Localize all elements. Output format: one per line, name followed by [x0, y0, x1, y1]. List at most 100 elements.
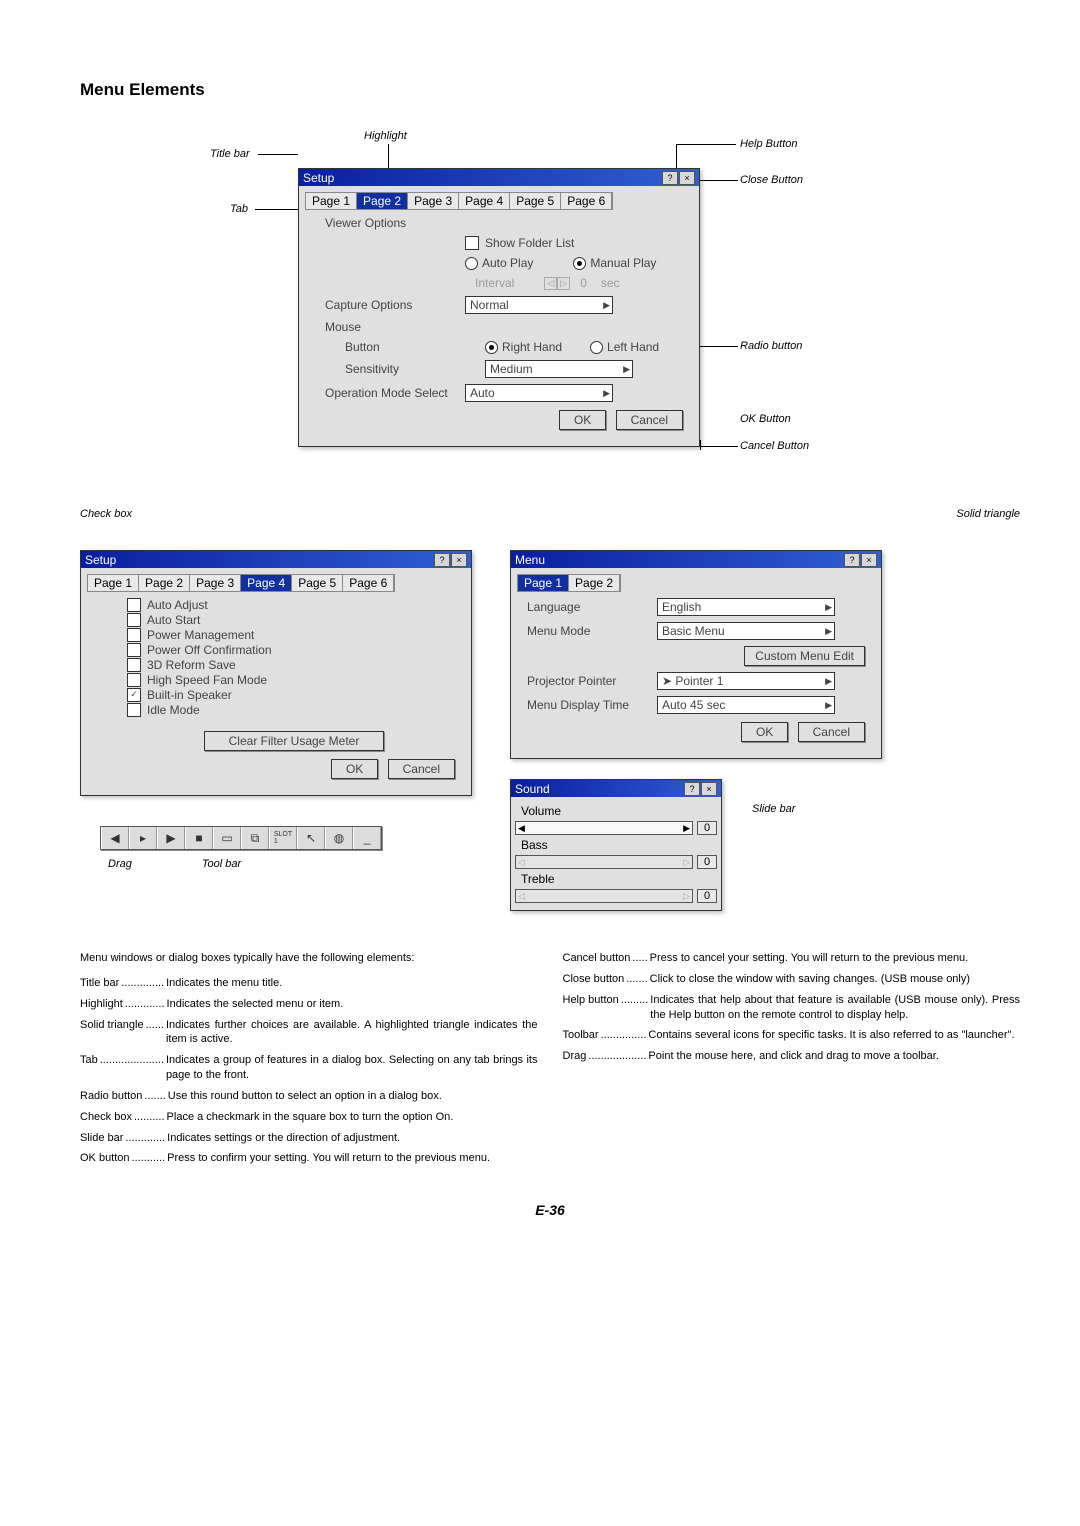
checkbox-row: ✓Built-in Speaker	[127, 688, 455, 702]
sensitivity-dropdown[interactable]: Medium▶	[485, 360, 633, 378]
titlebar-text: Sound	[515, 782, 550, 796]
tab-page4[interactable]: Page 4	[241, 575, 292, 591]
video-icon[interactable]: ▭	[213, 827, 241, 849]
help-icon[interactable]: ?	[844, 553, 860, 567]
pointer-icon[interactable]: ↖	[297, 827, 325, 849]
tab-page2[interactable]: Page 2	[569, 575, 620, 591]
checkbox[interactable]: ✓	[127, 688, 141, 702]
titlebar[interactable]: Setup ?×	[81, 551, 471, 568]
tab-page1[interactable]: Page 1	[306, 193, 357, 209]
definition-dots: ..............	[121, 976, 164, 991]
tab-page5[interactable]: Page 5	[510, 193, 561, 209]
help-icon[interactable]: ?	[684, 782, 700, 796]
definition-text: Use this round button to select an optio…	[168, 1089, 538, 1104]
play-icon[interactable]: ▶	[157, 827, 185, 849]
close-icon[interactable]: ×	[451, 553, 467, 567]
projector-pointer-dropdown[interactable]: ➤ Pointer 1▶	[657, 672, 835, 690]
auto-play-radio[interactable]	[465, 257, 478, 270]
definition-text: Press to confirm your setting. You will …	[167, 1151, 537, 1166]
definition-text: Indicates a group of features in a dialo…	[166, 1053, 538, 1083]
callout-highlight: Highlight	[364, 130, 407, 142]
menu-display-time-dropdown[interactable]: Auto 45 sec▶	[657, 696, 835, 714]
tab-page1[interactable]: Page 1	[518, 575, 569, 591]
next-small-icon[interactable]: ▸	[129, 827, 157, 849]
ok-button[interactable]: OK	[331, 759, 378, 779]
checkbox-label: Power Management	[147, 628, 254, 642]
treble-value: 0	[697, 889, 717, 903]
definition-row: Slide bar ............. Indicates settin…	[80, 1131, 538, 1146]
callout-drag: Drag	[108, 858, 132, 870]
tab-page6[interactable]: Page 6	[561, 193, 612, 209]
cancel-button[interactable]: Cancel	[616, 410, 683, 430]
toolbar[interactable]: ◀ ▸ ▶ ■ ▭ ⧉ SLOT1 ↖ ◍ _	[100, 826, 382, 850]
show-folder-checkbox[interactable]	[465, 236, 479, 250]
checkbox[interactable]	[127, 658, 141, 672]
right-hand-radio[interactable]	[485, 341, 498, 354]
tab-page5[interactable]: Page 5	[292, 575, 343, 591]
chevron-right-icon: ▶	[603, 388, 610, 399]
checkbox[interactable]	[127, 628, 141, 642]
tab-page3[interactable]: Page 3	[408, 193, 459, 209]
volume-slider[interactable]: ◀▶	[515, 821, 693, 835]
definition-term: Check box	[80, 1110, 132, 1125]
checkbox-label: Auto Start	[147, 613, 200, 627]
ok-button[interactable]: OK	[559, 410, 606, 430]
callout-tab: Tab	[230, 203, 248, 215]
checkbox[interactable]	[127, 613, 141, 627]
close-icon[interactable]: ×	[701, 782, 717, 796]
checkbox[interactable]	[127, 643, 141, 657]
checkbox[interactable]	[127, 703, 141, 717]
capture-dropdown[interactable]: Normal▶	[465, 296, 613, 314]
callout-checkbox: Check box	[80, 508, 132, 520]
cancel-button[interactable]: Cancel	[388, 759, 455, 779]
stop-icon[interactable]: ■	[185, 827, 213, 849]
treble-slider[interactable]: ◁▷	[515, 889, 693, 903]
copy-icon[interactable]: ⧉	[241, 827, 269, 849]
checkbox[interactable]	[127, 598, 141, 612]
globe-icon[interactable]: ◍	[325, 827, 353, 849]
close-icon[interactable]: ×	[679, 171, 695, 185]
callout-titlebar: Title bar	[210, 148, 250, 160]
titlebar[interactable]: Setup ?×	[299, 169, 699, 186]
menu-mode-dropdown[interactable]: Basic Menu▶	[657, 622, 835, 640]
checkbox[interactable]	[127, 673, 141, 687]
opmode-dropdown[interactable]: Auto▶	[465, 384, 613, 402]
dialog-sound: Sound ?× Volume ◀▶ 0 Bass ◁▷	[510, 779, 722, 911]
titlebar-icons: ?×	[661, 170, 695, 185]
titlebar[interactable]: Sound ?×	[511, 780, 721, 797]
help-icon[interactable]: ?	[662, 171, 678, 185]
definition-term: Cancel button	[563, 951, 631, 966]
clear-filter-button[interactable]: Clear Filter Usage Meter	[204, 731, 385, 751]
titlebar-text: Setup	[85, 553, 116, 567]
tab-page2[interactable]: Page 2	[139, 575, 190, 591]
prev-icon[interactable]: ◀	[101, 827, 129, 849]
definition-term: Highlight	[80, 997, 123, 1012]
tab-row: Page 1 Page 2 Page 3 Page 4 Page 5 Page …	[305, 192, 613, 210]
definition-row: Drag ................... Point the mouse…	[563, 1049, 1021, 1064]
tab-page4[interactable]: Page 4	[459, 193, 510, 209]
sensitivity-label: Sensitivity	[325, 362, 485, 376]
ok-button[interactable]: OK	[741, 722, 788, 742]
titlebar[interactable]: Menu ?×	[511, 551, 881, 568]
minimize-icon[interactable]: _	[353, 827, 381, 849]
checkbox-label: Power Off Confirmation	[147, 643, 272, 657]
tab-page3[interactable]: Page 3	[190, 575, 241, 591]
language-dropdown[interactable]: English▶	[657, 598, 835, 616]
cancel-button[interactable]: Cancel	[798, 722, 865, 742]
tab-page2[interactable]: Page 2	[357, 193, 408, 209]
definition-term: OK button	[80, 1151, 130, 1166]
tab-page6[interactable]: Page 6	[343, 575, 394, 591]
manual-play-radio[interactable]	[573, 257, 586, 270]
left-hand-radio[interactable]	[590, 341, 603, 354]
checkbox-label: Auto Adjust	[147, 598, 208, 612]
checkbox-row: Auto Adjust	[127, 598, 455, 612]
custom-menu-edit-button[interactable]: Custom Menu Edit	[744, 646, 865, 666]
help-icon[interactable]: ?	[434, 553, 450, 567]
slot-icon[interactable]: SLOT1	[269, 827, 297, 849]
tab-page1[interactable]: Page 1	[88, 575, 139, 591]
close-icon[interactable]: ×	[861, 553, 877, 567]
definition-text: Contains several icons for specific task…	[648, 1028, 1020, 1043]
definition-term: Title bar	[80, 976, 119, 991]
capture-options-label: Capture Options	[325, 298, 465, 312]
bass-slider[interactable]: ◁▷	[515, 855, 693, 869]
